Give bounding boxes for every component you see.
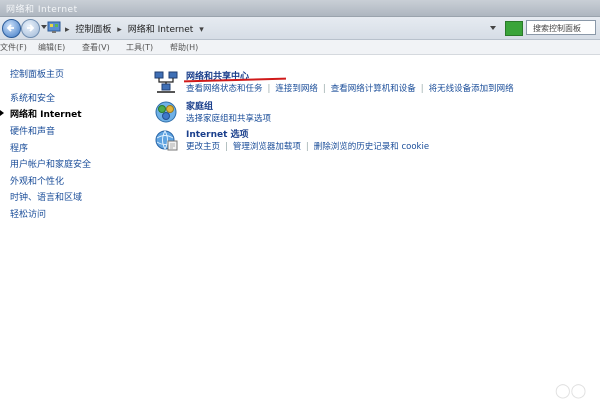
view-network-computers-link[interactable]: 查看网络计算机和设备 bbox=[331, 84, 416, 94]
internet-options-icon bbox=[155, 130, 178, 151]
forward-button[interactable] bbox=[21, 19, 40, 38]
search-input[interactable]: 搜索控制面板 bbox=[526, 20, 596, 35]
homegroup-task-list: 选择家庭组和共享选项 bbox=[186, 112, 271, 124]
window-title: 网络和 Internet bbox=[6, 5, 78, 15]
breadcrumb-control-panel[interactable]: 控制面板 bbox=[75, 25, 111, 35]
menu-help[interactable]: 帮助(H) bbox=[170, 42, 198, 53]
sidebar-item-appearance[interactable]: 外观和个性化 bbox=[10, 174, 64, 187]
view-network-status-link[interactable]: 查看网络状态和任务 bbox=[186, 84, 263, 94]
back-button[interactable] bbox=[2, 19, 21, 38]
breadcrumb-network-internet[interactable]: 网络和 Internet bbox=[128, 25, 194, 35]
change-homepage-link[interactable]: 更改主页 bbox=[186, 142, 220, 152]
connect-to-network-link[interactable]: 连接到网络 bbox=[275, 84, 318, 94]
add-wireless-device-link[interactable]: 将无线设备添加到网络 bbox=[429, 84, 514, 94]
watermark-logo-icon: ◯◯ bbox=[555, 383, 587, 399]
homegroup-sharing-options-link[interactable]: 选择家庭组和共享选项 bbox=[186, 114, 271, 124]
address-bar: ▸ 控制面板 ▸ 网络和 Internet ▾ 搜索控制面板 bbox=[0, 17, 600, 40]
sidebar-item-network-internet: 网络和 Internet bbox=[10, 110, 82, 120]
forward-arrow-icon bbox=[27, 24, 35, 32]
menu-edit[interactable]: 编辑(E) bbox=[38, 42, 65, 53]
network-sharing-task-list: 查看网络状态和任务 | 连接到网络 | 查看网络计算机和设备 | 将无线设备添加到网络 bbox=[186, 84, 514, 94]
breadcrumb-dropdown-icon[interactable]: ▾ bbox=[199, 25, 204, 35]
back-arrow-icon bbox=[6, 24, 14, 32]
control-panel-icon bbox=[47, 21, 61, 33]
network-sharing-icon bbox=[154, 71, 178, 93]
sidebar-item-system-security[interactable]: 系统和安全 bbox=[10, 91, 55, 104]
homegroup-link[interactable]: 家庭组 bbox=[186, 99, 213, 112]
sidebar-item-programs[interactable]: 程序 bbox=[10, 141, 28, 154]
sidebar-item-ease-of-access[interactable]: 轻松访问 bbox=[10, 207, 46, 220]
internet-options-link[interactable]: Internet 选项 bbox=[186, 127, 249, 140]
manage-addons-link[interactable]: 管理浏览器加载项 bbox=[233, 142, 301, 152]
menu-tools[interactable]: 工具(T) bbox=[126, 42, 153, 53]
sidebar-home-link[interactable]: 控制面板主页 bbox=[10, 67, 64, 80]
menu-view[interactable]: 查看(V) bbox=[82, 42, 110, 53]
refresh-button[interactable] bbox=[505, 21, 523, 36]
address-dropdown-icon[interactable] bbox=[490, 26, 496, 30]
menu-bar: 文件(F) 编辑(E) 查看(V) 工具(T) 帮助(H) bbox=[0, 40, 600, 55]
sidebar-item-clock-language[interactable]: 时钟、语言和区域 bbox=[10, 190, 82, 203]
menu-file[interactable]: 文件(F) bbox=[0, 42, 27, 53]
window-titlebar: 网络和 Internet bbox=[0, 0, 600, 17]
breadcrumb: ▸ 控制面板 ▸ 网络和 Internet ▾ bbox=[65, 25, 204, 35]
internet-options-task-list: 更改主页 | 管理浏览器加载项 | 删除浏览的历史记录和 cookie bbox=[186, 142, 430, 152]
homegroup-icon bbox=[155, 101, 177, 123]
sidebar-item-user-accounts[interactable]: 用户帐户和家庭安全 bbox=[10, 157, 91, 170]
current-category-marker-icon bbox=[0, 110, 4, 116]
sidebar-item-hardware-sound[interactable]: 硬件和声音 bbox=[10, 124, 55, 137]
delete-history-link[interactable]: 删除浏览的历史记录和 cookie bbox=[314, 142, 429, 152]
